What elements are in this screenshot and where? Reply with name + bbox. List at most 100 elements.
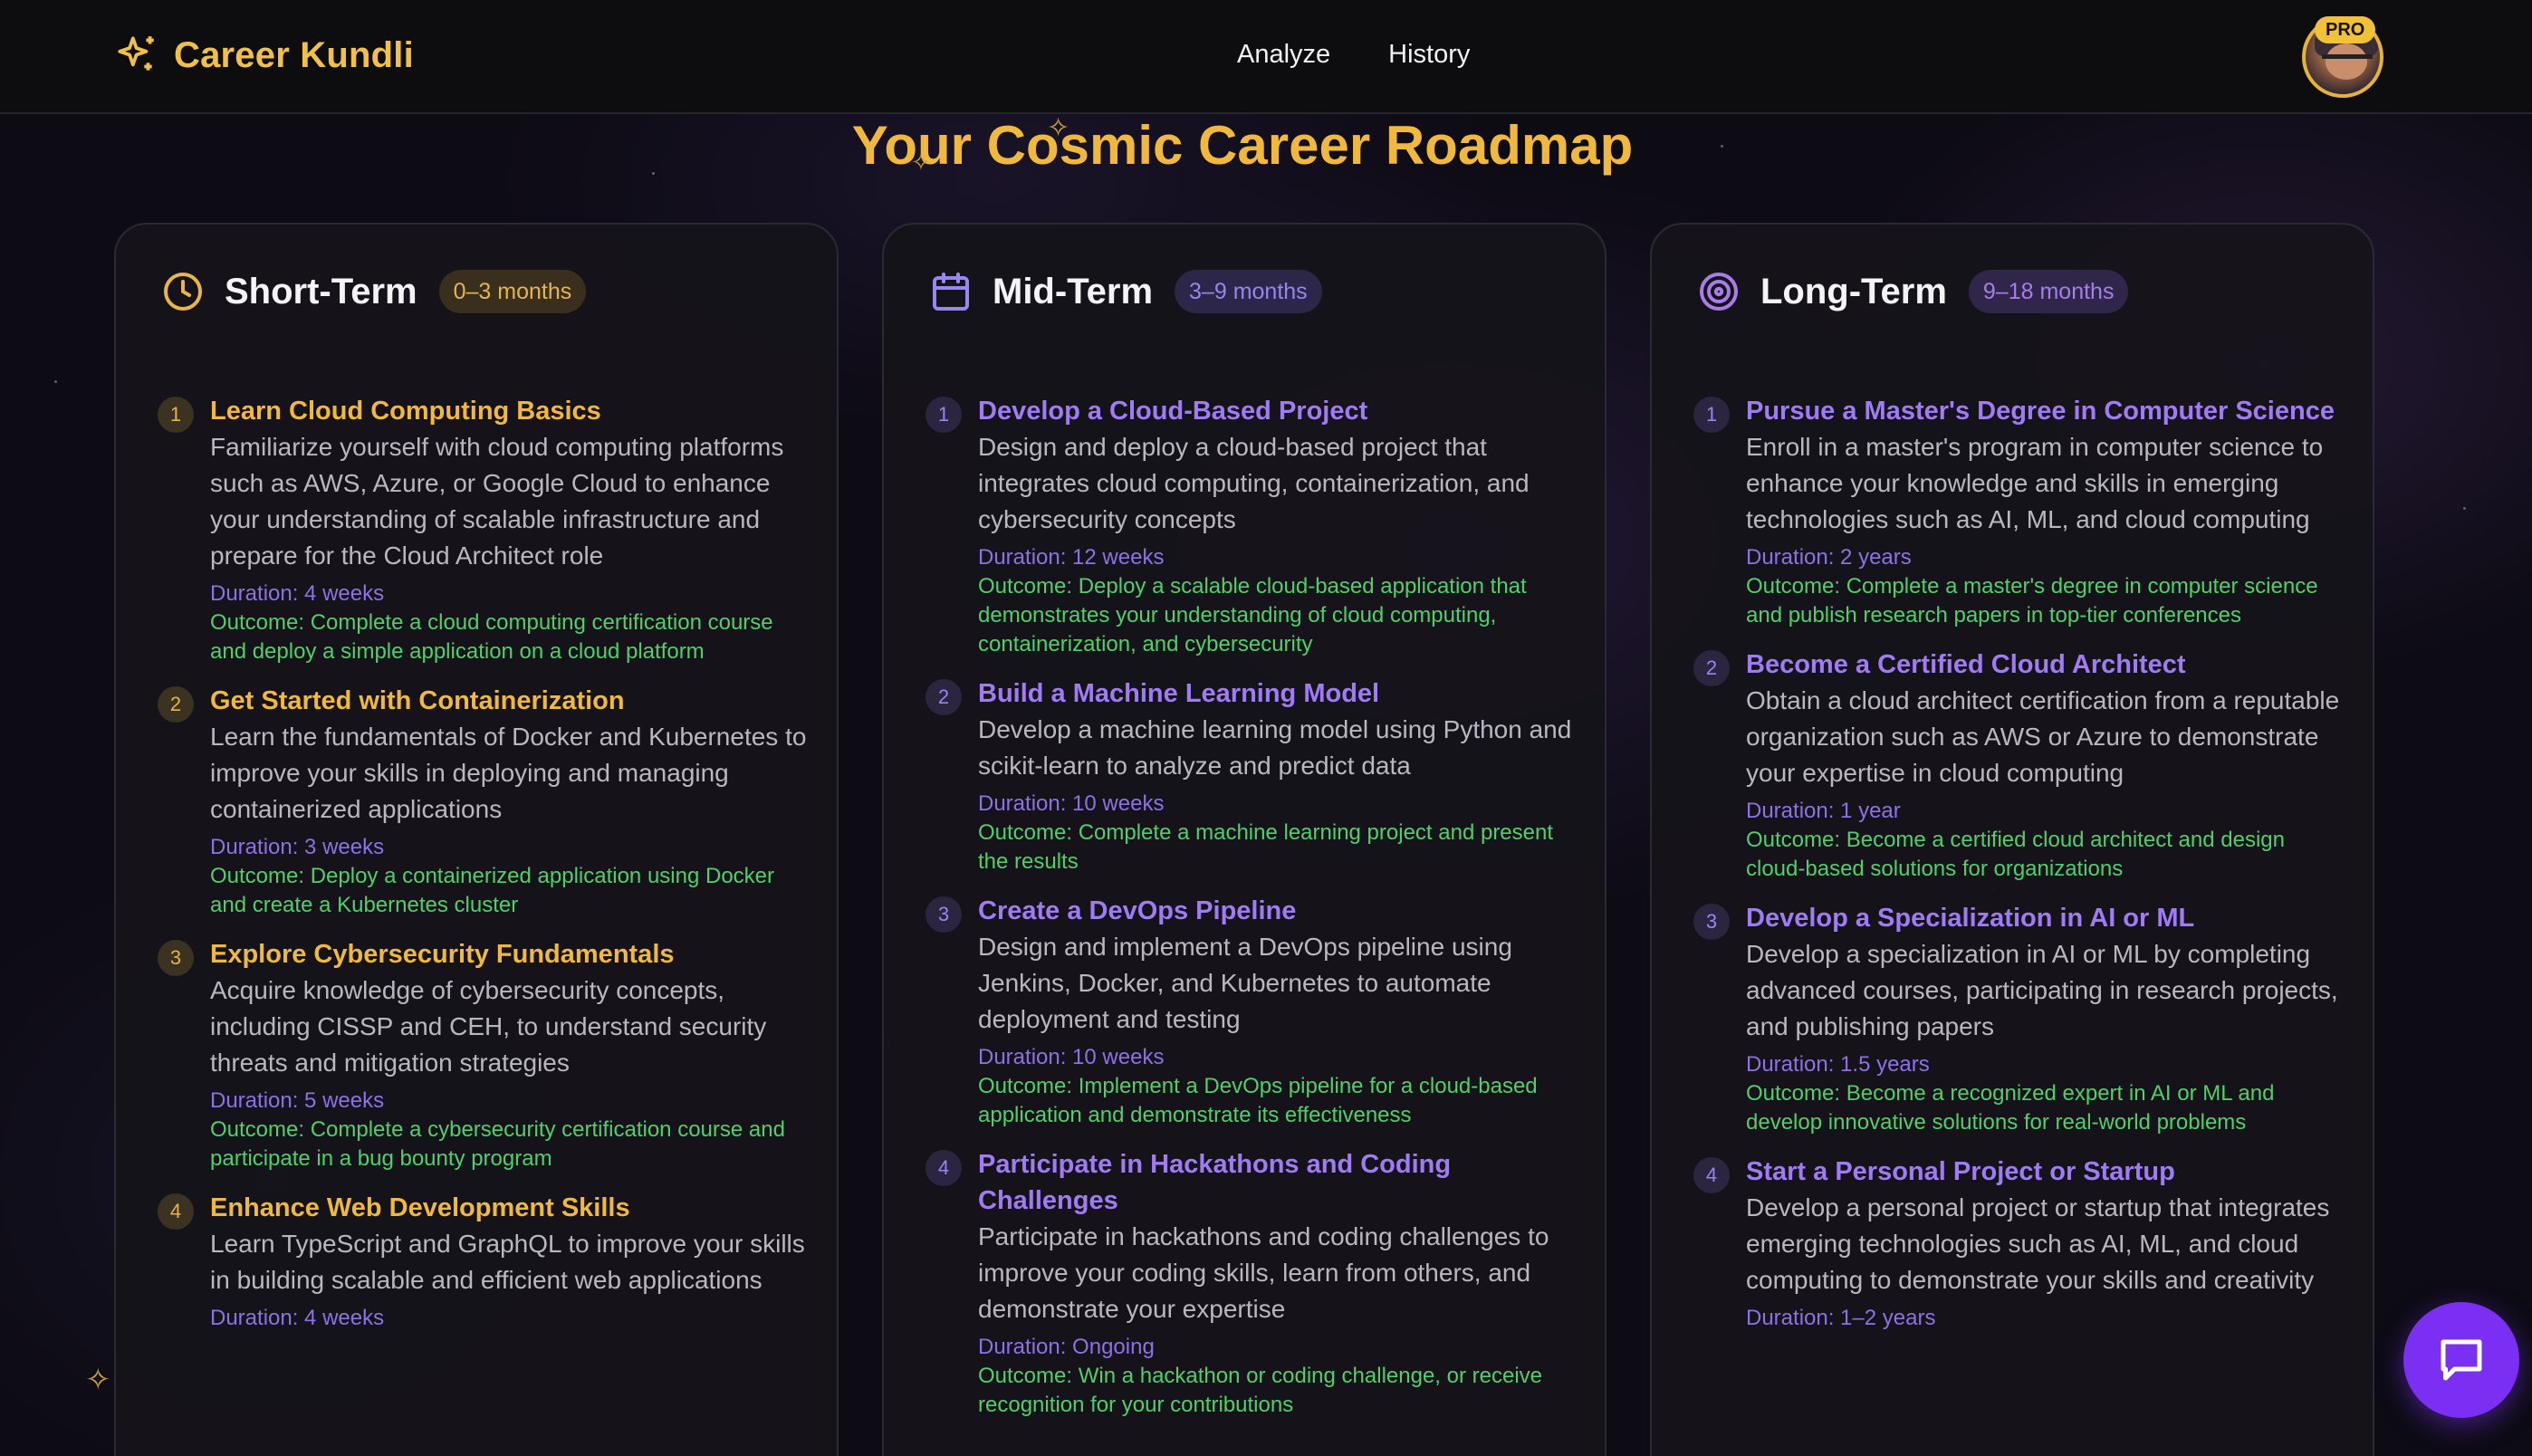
clock-icon [164, 273, 202, 311]
milestone-outcome: Outcome: Win a hackathon or coding chall… [978, 1364, 1543, 1417]
sparkles-icon [118, 36, 154, 71]
column-title: Mid-Term [993, 271, 1154, 311]
milestone-list: 1 Pursue a Master's Degree in Computer S… [1693, 393, 2345, 1349]
main-nav: Analyze History [1237, 40, 1470, 70]
milestone-description: Enroll in a master's program in computer… [1746, 433, 2324, 533]
milestone-item: 4 Start a Personal Project or Startup De… [1693, 1154, 2345, 1333]
milestone-duration: Duration: 1.5 years [1746, 1052, 1930, 1077]
milestone-title: Develop a Specialization in AI or ML [1746, 904, 2195, 933]
milestone-item: 3 Develop a Specialization in AI or ML D… [1693, 900, 2345, 1137]
app-logo[interactable]: Career Kundli [114, 33, 414, 78]
time-range-badge: 3–9 months [1175, 270, 1322, 313]
milestone-item: 3 Explore Cybersecurity Fundamentals Acq… [158, 936, 810, 1173]
milestone-list: 1 Develop a Cloud-Based Project Design a… [926, 393, 1578, 1436]
milestone-description: Participate in hackathons and coding cha… [978, 1222, 1549, 1323]
milestone-item: 4 Enhance Web Development Skills Learn T… [158, 1190, 810, 1333]
column-header: Mid-Term 3–9 months [929, 270, 1322, 313]
milestone-title: Participate in Hackathons and Coding Cha… [978, 1150, 1452, 1215]
milestone-outcome: Outcome: Become a certified cloud archit… [1746, 828, 2285, 881]
milestone-title: Develop a Cloud-Based Project [978, 397, 1368, 426]
milestone-title: Learn Cloud Computing Basics [210, 397, 601, 426]
milestone-item: 4 Participate in Hackathons and Coding C… [926, 1146, 1578, 1420]
milestone-item: 2 Build a Machine Learning Model Develop… [926, 675, 1578, 876]
milestone-outcome: Outcome: Complete a cybersecurity certif… [210, 1117, 785, 1171]
mid-term-column: Mid-Term 3–9 months 1 Develop a Cloud-Ba… [882, 223, 1606, 1456]
milestone-description: Design and implement a DevOps pipeline u… [978, 933, 1512, 1033]
milestone-duration: Duration: Ongoing [978, 1335, 1155, 1359]
milestone-description: Learn TypeScript and GraphQL to improve … [210, 1230, 805, 1294]
target-icon [1700, 273, 1738, 311]
time-range-badge: 0–3 months [438, 270, 587, 313]
long-term-column: Long-Term 9–18 months 1 Pursue a Master'… [1650, 223, 2374, 1456]
step-number: 1 [926, 397, 962, 433]
milestone-description: Develop a personal project or startup th… [1746, 1193, 2330, 1294]
column-header: Short-Term 0–3 months [161, 270, 587, 313]
milestone-description: Develop a specialization in AI or ML by … [1746, 940, 2338, 1040]
milestone-duration: Duration: 4 weeks [210, 581, 385, 606]
nav-analyze[interactable]: Analyze [1237, 40, 1330, 70]
column-title: Short-Term [225, 271, 417, 311]
milestone-description: Familiarize yourself with cloud computin… [210, 433, 784, 570]
milestone-duration: Duration: 10 weeks [978, 1045, 1165, 1069]
step-number: 1 [158, 397, 194, 433]
step-number: 1 [1693, 397, 1730, 433]
milestone-item: 1 Develop a Cloud-Based Project Design a… [926, 393, 1578, 659]
sparkle-icon: ✧ [1047, 113, 1070, 143]
milestone-duration: Duration: 5 weeks [210, 1088, 385, 1113]
milestone-duration: Duration: 3 weeks [210, 835, 385, 859]
milestone-title: Become a Certified Cloud Architect [1746, 650, 2186, 679]
step-number: 2 [158, 686, 194, 723]
step-number: 4 [158, 1193, 194, 1230]
milestone-duration: Duration: 2 years [1746, 545, 1912, 570]
page-title: Your Cosmic Career Roadmap [851, 115, 1634, 176]
step-number: 3 [1693, 904, 1730, 940]
step-number: 3 [926, 896, 962, 933]
milestone-outcome: Outcome: Complete a machine learning pro… [978, 820, 1554, 874]
milestone-item: 1 Learn Cloud Computing Basics Familiari… [158, 393, 810, 666]
milestone-description: Learn the fundamentals of Docker and Kub… [210, 723, 807, 823]
milestone-title: Pursue a Master's Degree in Computer Sci… [1746, 397, 2335, 426]
pro-badge: PRO [2315, 16, 2376, 43]
milestone-title: Explore Cybersecurity Fundamentals [210, 940, 675, 969]
milestone-outcome: Outcome: Deploy a containerized applicat… [210, 864, 775, 917]
milestone-duration: Duration: 1–2 years [1746, 1306, 1936, 1330]
milestone-item: 2 Become a Certified Cloud Architect Obt… [1693, 647, 2345, 884]
milestone-outcome: Outcome: Complete a master's degree in c… [1746, 574, 2318, 627]
milestone-duration: Duration: 12 weeks [978, 545, 1165, 570]
step-number: 4 [1693, 1157, 1730, 1193]
milestone-outcome: Outcome: Become a recognized expert in A… [1746, 1081, 2275, 1135]
step-number: 2 [926, 679, 962, 715]
column-header: Long-Term 9–18 months [1697, 270, 2129, 313]
milestone-title: Create a DevOps Pipeline [978, 896, 1297, 925]
nav-history[interactable]: History [1388, 40, 1470, 70]
app-name: Career Kundli [174, 34, 414, 75]
milestone-item: 3 Create a DevOps Pipeline Design and im… [926, 893, 1578, 1130]
milestone-description: Develop a machine learning model using P… [978, 715, 1572, 780]
milestone-outcome: Outcome: Deploy a scalable cloud-based a… [978, 574, 1527, 656]
milestone-duration: Duration: 10 weeks [978, 791, 1165, 816]
milestone-title: Enhance Web Development Skills [210, 1193, 630, 1222]
milestone-title: Build a Machine Learning Model [978, 679, 1380, 708]
milestone-description: Design and deploy a cloud-based project … [978, 433, 1530, 533]
milestone-outcome: Outcome: Implement a DevOps pipeline for… [978, 1074, 1538, 1127]
sparkle-icon: ✧ [85, 1363, 111, 1397]
step-number: 3 [158, 940, 194, 976]
milestone-description: Acquire knowledge of cybersecurity conce… [210, 976, 767, 1077]
milestone-list: 1 Learn Cloud Computing Basics Familiari… [158, 393, 810, 1349]
top-nav-bar: Career Kundli Analyze History PRO [0, 0, 2532, 114]
milestone-description: Obtain a cloud architect certification f… [1746, 686, 2340, 787]
calendar-icon [933, 273, 969, 311]
step-number: 4 [926, 1150, 962, 1186]
milestone-item: 1 Pursue a Master's Degree in Computer S… [1693, 393, 2345, 630]
milestone-duration: Duration: 4 weeks [210, 1306, 385, 1330]
milestone-duration: Duration: 1 year [1746, 799, 1901, 823]
milestone-outcome: Outcome: Complete a cloud computing cert… [210, 610, 773, 664]
milestone-title: Start a Personal Project or Startup [1746, 1157, 2175, 1186]
time-range-badge: 9–18 months [1968, 270, 2129, 313]
chat-button[interactable] [2403, 1302, 2519, 1418]
step-number: 2 [1693, 650, 1730, 686]
column-title: Long-Term [1760, 271, 1947, 311]
milestone-item: 2 Get Started with Containerization Lear… [158, 683, 810, 920]
chat-bubble-icon [2441, 1339, 2482, 1381]
short-term-column: Short-Term 0–3 months 1 Learn Cloud Comp… [114, 223, 839, 1456]
